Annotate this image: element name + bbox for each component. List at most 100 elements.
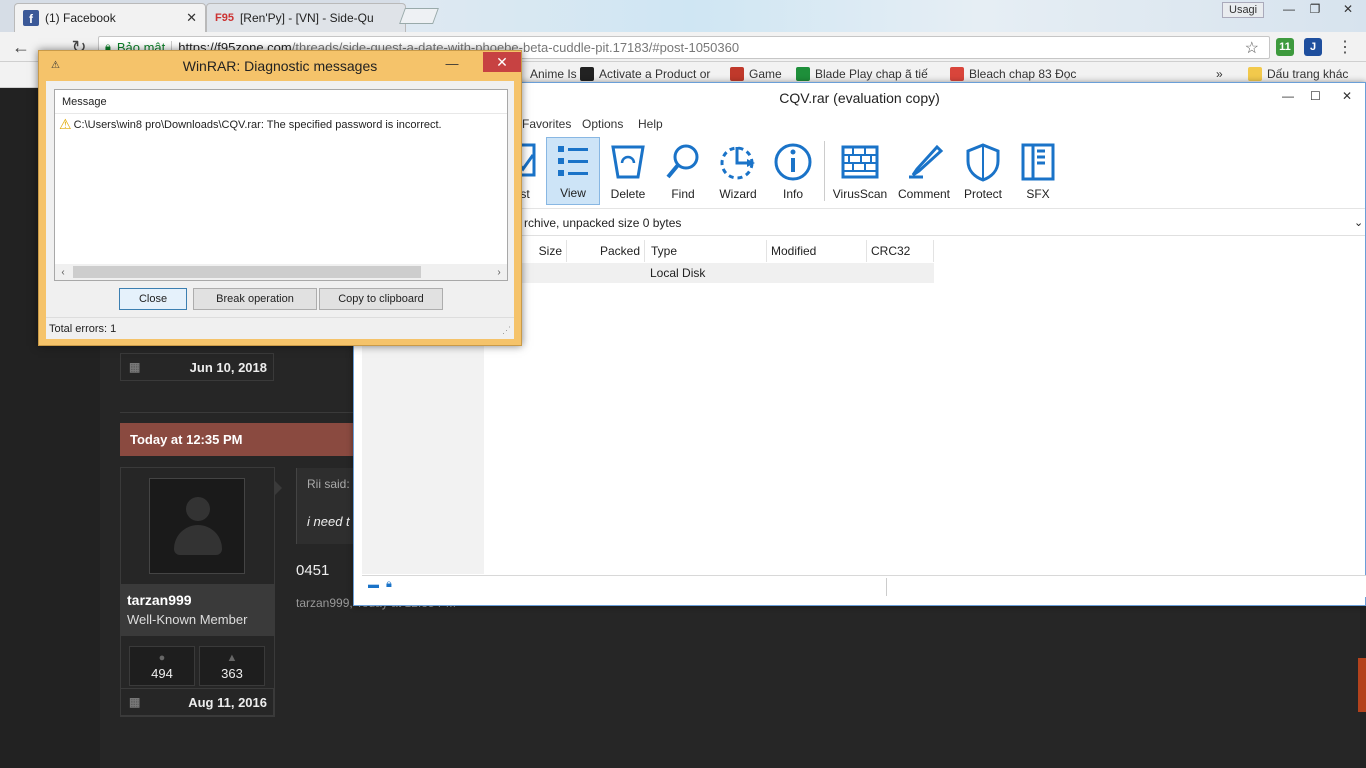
bookmark-star-icon[interactable]: ☆ [1245, 38, 1259, 58]
user-stats: ● 494 ▲ 363 [129, 646, 265, 686]
protect-button[interactable]: Protect [956, 137, 1010, 205]
scroll-to-top-accent[interactable] [1358, 658, 1366, 712]
sfx-button[interactable]: SFX [1011, 137, 1065, 205]
bookmark-item[interactable]: Activate a Product or [580, 67, 710, 81]
copy-to-clipboard-button[interactable]: Copy to clipboard [319, 288, 443, 310]
info-button[interactable]: Info [766, 137, 820, 205]
scrollbar-thumb[interactable] [73, 266, 421, 278]
status-separator [886, 578, 887, 596]
scroll-right-icon[interactable]: › [491, 264, 507, 280]
bookmark-label: Anime Is [530, 67, 577, 81]
delete-icon [611, 145, 645, 179]
maximize-icon[interactable]: ☐ [1310, 89, 1321, 103]
bookmark-item[interactable]: Game [730, 67, 782, 81]
close-window-icon[interactable]: ✕ [1330, 0, 1366, 18]
extension-badge-icon[interactable]: 11 [1276, 38, 1294, 56]
close-tab-icon[interactable]: ✕ [186, 10, 197, 26]
quote-author-link[interactable]: Rii said: [307, 477, 350, 491]
username-link[interactable]: tarzan999 [127, 592, 268, 608]
message-column-header[interactable]: Message [55, 90, 507, 114]
scroll-left-icon[interactable]: ‹ [55, 264, 71, 280]
comment-icon [909, 144, 944, 179]
tab-f95zone[interactable]: F95 [Ren'Py] - [VN] - Side-Qu [206, 3, 406, 32]
menu-help[interactable]: Help [638, 117, 663, 131]
toolbar-label: Protect [963, 187, 1002, 201]
message-text: C:\Users\win8 pro\Downloads\CQV.rar: The… [73, 118, 442, 131]
close-button[interactable]: Close [119, 288, 187, 310]
column-packed[interactable]: Packed [567, 240, 645, 262]
profile-button[interactable]: Usagi [1222, 2, 1265, 18]
drive-icon[interactable]: ▬ [368, 579, 379, 591]
game-icon [730, 67, 744, 81]
more-bookmarks-button[interactable]: » [1216, 67, 1223, 81]
column-label: Packed [599, 244, 640, 258]
user-name-box: tarzan999 Well-Known Member [121, 584, 274, 636]
minimize-icon[interactable]: — [1276, 0, 1302, 18]
view-icon [558, 146, 588, 176]
bookmark-item[interactable]: Blade Play chap ã tiế [796, 67, 928, 81]
close-dialog-icon[interactable]: ✕ [483, 52, 521, 72]
join-date: Aug 11, 2016 [188, 694, 267, 710]
wizard-button[interactable]: Wizard [711, 137, 765, 205]
toolbar-label: Wizard [719, 187, 757, 201]
bookmark-label: Blade Play chap ã tiế [815, 67, 928, 81]
column-label: CRC32 [871, 244, 911, 258]
k-icon [796, 67, 810, 81]
column-type[interactable]: Type [647, 240, 767, 262]
find-button[interactable]: Find [656, 137, 710, 205]
bookmark-item[interactable]: Anime Is [530, 67, 577, 81]
menu-favorites[interactable]: Favorites [522, 117, 571, 131]
virusscan-icon [841, 145, 879, 179]
toolbar-label: SFX [1026, 187, 1050, 201]
post-message: 0451 [296, 562, 330, 579]
avatar[interactable] [149, 478, 245, 574]
join-date: Jun 10, 2018 [189, 359, 267, 375]
bookmark-label: Game [749, 67, 782, 81]
break-operation-button[interactable]: Break operation [193, 288, 317, 310]
bookmark-label: Bleach chap 83 Đọc [969, 67, 1077, 81]
column-label: Modified [771, 244, 817, 258]
speech-bubble-icon: ● [158, 651, 166, 664]
column-label: Size [538, 244, 562, 258]
comment-button[interactable]: Comment [894, 137, 954, 205]
column-size[interactable]: Size [534, 240, 567, 262]
folder-icon [1248, 67, 1262, 81]
view-button[interactable]: View [546, 137, 600, 205]
chevron-down-icon[interactable]: ⌄ [1354, 216, 1363, 229]
bookmark-label: Activate a Product or [599, 67, 711, 81]
restore-icon[interactable]: ❐ [1302, 0, 1328, 18]
delete-button[interactable]: Delete [601, 137, 655, 205]
file-list-header: Size Packed Type Modified CRC32 [484, 240, 934, 262]
tab-facebook[interactable]: f (1) Facebook ✕ [14, 3, 206, 32]
user-join-row: ▦ Aug 11, 2016 [120, 688, 274, 716]
archive-info-text: rchive, unpacked size 0 bytes [524, 215, 682, 230]
new-tab-button[interactable] [399, 8, 439, 24]
warning-icon: ⚠ [51, 60, 60, 71]
close-window-icon[interactable]: ✕ [1342, 89, 1352, 103]
extension-j-icon[interactable]: J [1304, 38, 1322, 56]
row-type: Local Disk [650, 266, 706, 280]
other-bookmarks-folder[interactable]: Dấu trang khác [1248, 67, 1348, 81]
bookmark-item[interactable]: Bleach chap 83 Đọc [950, 67, 1076, 81]
back-arrow-icon[interactable]: ← [10, 36, 32, 58]
column-modified[interactable]: Modified [767, 240, 867, 262]
warning-icon: ⚠ [59, 116, 72, 132]
minimize-icon[interactable]: — [439, 53, 465, 73]
quote-block: Rii said: i need t [296, 468, 356, 544]
column-crc32[interactable]: CRC32 [867, 240, 934, 262]
total-errors: Total errors: 1 [49, 323, 117, 335]
facebook-icon: f [23, 10, 39, 26]
lock-icon[interactable]: 🔒︎ [386, 578, 392, 591]
horizontal-scrollbar[interactable]: ‹ › [55, 264, 507, 280]
likes-stat: ▲ 363 [199, 646, 265, 686]
calendar-icon: ▦ [129, 360, 141, 374]
dialog-title: WinRAR: Diagnostic messages [182, 58, 378, 74]
file-list-row[interactable]: Local Disk [484, 263, 934, 283]
message-list[interactable]: Message ⚠ C:\Users\win8 pro\Downloads\CQ… [54, 89, 508, 281]
virusscan-button[interactable]: VirusScan [830, 137, 890, 205]
resize-grip-icon[interactable]: ⋰ [502, 325, 511, 336]
menu-dots-icon[interactable]: ⋮ [1334, 36, 1356, 58]
menu-options[interactable]: Options [582, 117, 623, 131]
minimize-icon[interactable]: — [1282, 89, 1294, 103]
message-row[interactable]: ⚠ C:\Users\win8 pro\Downloads\CQV.rar: T… [59, 116, 442, 133]
